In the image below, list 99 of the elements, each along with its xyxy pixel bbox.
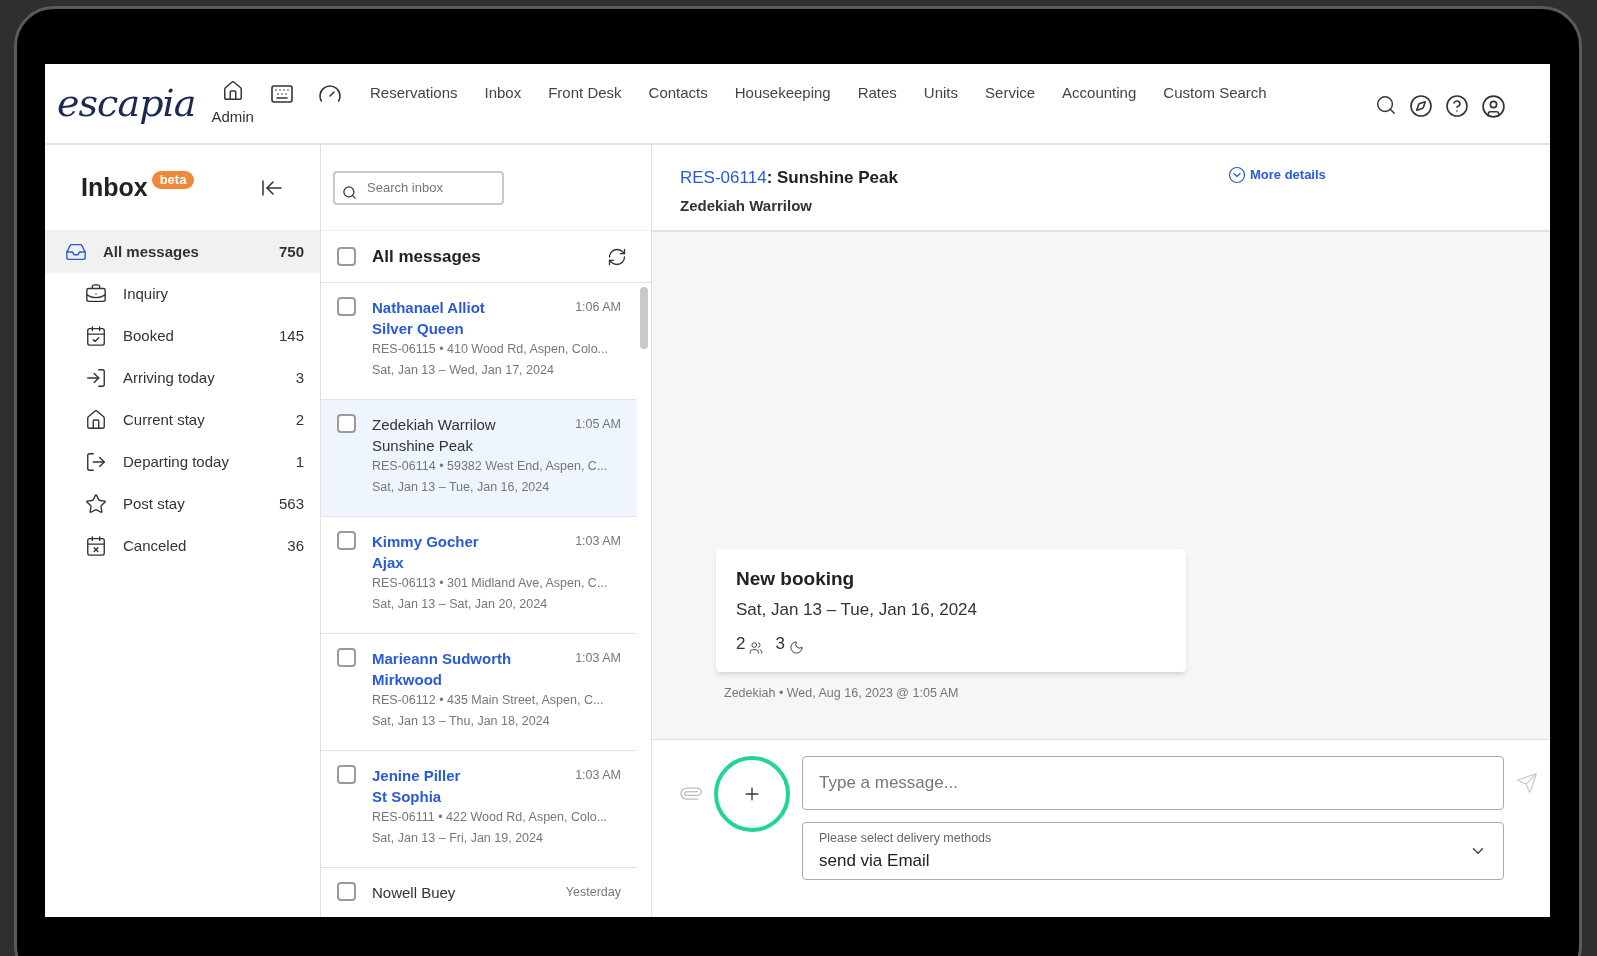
keyboard-icon[interactable] — [269, 82, 294, 106]
message-title: New booking — [736, 566, 856, 591]
user-icon[interactable] — [1481, 94, 1506, 119]
property-name: St Sophia — [372, 787, 443, 807]
reservation-details: RES-06113 • 301 Midland Ave, Aspen, C... — [372, 575, 609, 592]
star-icon — [85, 493, 107, 515]
checkbox[interactable] — [337, 531, 356, 550]
count: 36 — [287, 535, 304, 556]
add-button[interactable] — [714, 756, 790, 832]
sidebar-item[interactable]: Inquiry — [45, 273, 320, 315]
nav-link[interactable]: Reservations — [369, 82, 458, 105]
checkbox[interactable] — [337, 247, 356, 266]
nav-link[interactable]: Housekeeping — [734, 82, 831, 105]
count: 2 — [295, 409, 304, 430]
home-icon — [221, 80, 244, 102]
message-time: 1:03 AM — [575, 767, 621, 784]
nav-link[interactable]: Inbox — [484, 82, 522, 105]
stay-dates: Sat, Jan 13 – Fri, Jan 19, 2024 — [372, 830, 544, 847]
search-icon[interactable] — [1375, 94, 1397, 116]
scrollbar-thumb[interactable] — [640, 287, 648, 349]
count: 1 — [295, 451, 304, 472]
checkbox[interactable] — [337, 648, 356, 667]
reservation-link[interactable]: RES-06114 — [680, 168, 767, 187]
reservation-details: RES-06115 • 410 Wood Rd, Aspen, Colo... — [372, 341, 609, 358]
property-name: Mirkwood — [372, 670, 443, 690]
property-name: Ajax — [372, 553, 405, 573]
property-name: Silver Queen — [372, 319, 465, 339]
message-time: Yesterday — [565, 884, 621, 901]
count: 563 — [278, 493, 304, 514]
sidebar-item[interactable]: Departing today 1 — [45, 441, 320, 483]
house-icon — [85, 409, 107, 431]
sidebar-item[interactable]: Booked 145 — [45, 315, 320, 357]
count: 145 — [278, 325, 304, 346]
help-icon[interactable] — [1445, 94, 1469, 118]
sidebar-item[interactable]: Canceled 36 — [45, 525, 320, 567]
property-name: Sunshine Peak — [372, 436, 474, 456]
count: 3 — [295, 367, 304, 388]
night-count: 3 — [775, 632, 785, 655]
checkbox[interactable] — [337, 882, 356, 901]
delivery-select[interactable]: Please select delivery methods send via Email — [802, 822, 1504, 880]
guest-name: Nowell Buey — [372, 883, 456, 903]
nav-link[interactable]: Units — [923, 82, 959, 105]
guests-icon — [749, 640, 764, 655]
chevron-icon — [1227, 166, 1246, 184]
guest-name: Zedekiah Warrilow — [680, 195, 813, 216]
message-dates: Sat, Jan 13 – Tue, Jan 16, 2024 — [736, 599, 978, 622]
more-details-button[interactable]: More details — [1227, 165, 1326, 185]
moon-icon — [788, 640, 804, 655]
nav-link[interactable]: Accounting — [1062, 82, 1137, 105]
guest-name: Jenine Piller — [372, 766, 461, 786]
message-time: 1:05 AM — [575, 416, 621, 433]
guest-name: Nathanael Alliot — [372, 298, 485, 318]
nav-link[interactable]: Front Desk — [548, 82, 622, 105]
count: 750 — [278, 241, 304, 262]
reservation-details: RES-06114 • 59382 West End, Aspen, C... — [372, 458, 609, 475]
nav-link[interactable]: Service — [985, 82, 1036, 105]
calendar-check-icon — [85, 325, 107, 347]
send-icon[interactable] — [1516, 772, 1538, 794]
beta-badge: beta — [151, 170, 195, 189]
sidebar-item[interactable]: All messages 750 — [45, 231, 320, 273]
guest-count: 2 — [736, 632, 746, 655]
message-meta: Zedekiah • Wed, Aug 16, 2023 @ 1:05 AM — [724, 685, 960, 703]
stay-dates: Sat, Jan 13 – Sat, Jan 20, 2024 — [372, 596, 549, 613]
briefcase-icon — [85, 283, 107, 305]
admin-button[interactable]: Admin — [211, 80, 254, 129]
sidebar-item[interactable]: Post stay 563 — [45, 483, 320, 525]
inbox-title: Inbox — [81, 171, 148, 203]
reservation-details: RES-06112 • 435 Main Street, Aspen, C... — [372, 692, 605, 709]
message-time: 1:03 AM — [575, 650, 621, 667]
nav-link[interactable]: Rates — [857, 82, 897, 105]
message-input[interactable]: Type a message... — [802, 756, 1504, 810]
conversation-title: RES-06114: Sunshine Peak — [680, 167, 898, 189]
message-time: 1:06 AM — [575, 299, 621, 316]
message-time: 1:03 AM — [575, 533, 621, 550]
reservation-details: RES-06111 • 422 Wood Rd, Aspen, Colo... — [372, 809, 609, 826]
compass-icon[interactable] — [1409, 94, 1433, 118]
stay-dates: Sat, Jan 13 – Thu, Jan 18, 2024 — [372, 713, 551, 730]
checkbox[interactable] — [337, 414, 356, 433]
guest-name: Zedekiah Warrilow — [372, 415, 496, 435]
delivery-label: Please select delivery methods — [819, 829, 992, 847]
nav-link[interactable]: Custom Search — [1163, 82, 1267, 105]
stay-dates: Sat, Jan 13 – Wed, Jan 17, 2024 — [372, 362, 555, 379]
nav-link[interactable]: Contacts — [648, 82, 708, 105]
refresh-icon[interactable] — [607, 246, 627, 267]
search-icon — [342, 184, 357, 200]
checkbox[interactable] — [337, 765, 356, 784]
guest-name: Kimmy Gocher — [372, 532, 479, 552]
checkbox[interactable] — [337, 297, 356, 316]
inbox-tray-icon — [65, 241, 87, 263]
message-row[interactable]: Zedekiah Warrilow 1:05 AM Sunshine Peak RES-06114 • 59382 West End, Aspen, C... Sat, Jan 13 – Tue, Jan 16, 2024 — [321, 400, 637, 517]
sidebar-item[interactable]: Arriving today 3 — [45, 357, 320, 399]
delivery-value: send via Email — [819, 849, 931, 872]
calendar-x-icon — [85, 535, 107, 557]
list-heading: All messages — [372, 245, 481, 268]
search-field[interactable]: Search inbox — [333, 170, 504, 205]
stay-dates: Sat, Jan 13 – Tue, Jan 16, 2024 — [372, 479, 551, 496]
sidebar-item[interactable]: Current stay 2 — [45, 399, 320, 441]
guest-name: Marieann Sudworth — [372, 649, 512, 669]
logo[interactable]: escapia — [57, 84, 196, 122]
